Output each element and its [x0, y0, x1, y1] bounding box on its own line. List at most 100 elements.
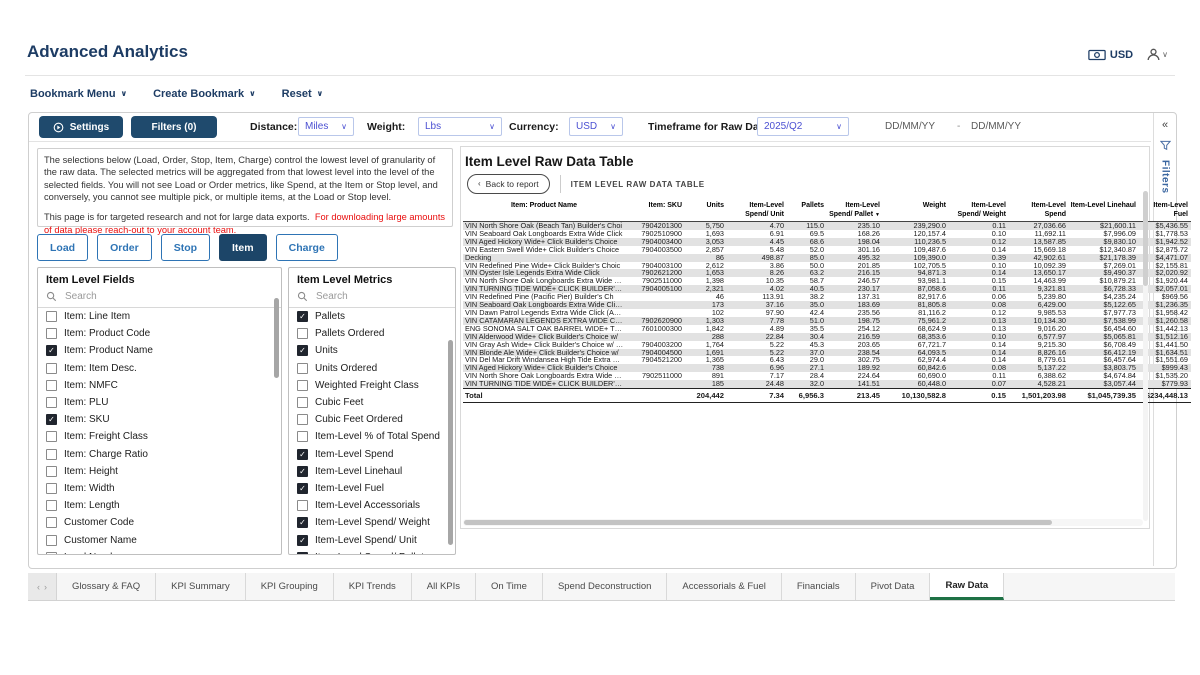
- tab-raw-data[interactable]: Raw Data: [930, 573, 1004, 600]
- checkbox-item-customer-code[interactable]: Customer Code: [38, 514, 281, 531]
- checkbox-item-item-charge-ratio[interactable]: Item: Charge Ratio: [38, 446, 281, 463]
- column-header-item-level-spend-pallet[interactable]: Item-Level Spend/ Pallet▼: [827, 201, 883, 222]
- checkbox-item-item-item-desc[interactable]: Item: Item Desc.: [38, 360, 281, 377]
- scrollbar-thumb[interactable]: [464, 520, 1052, 525]
- table-row[interactable]: VIN Seaboard Oak Longboards Extra Wide C…: [463, 230, 1191, 238]
- checkbox-item-item-level-spend-unit[interactable]: ✓Item-Level Spend/ Unit: [289, 531, 455, 548]
- tab-kpi-trends[interactable]: KPI Trends: [334, 573, 412, 600]
- checkbox-item-item-level-spend-pallet[interactable]: ✓Item-Level Spend/ Pallet: [289, 549, 455, 555]
- filters-button[interactable]: Filters (0): [131, 116, 217, 138]
- checkbox-unchecked-icon[interactable]: [46, 517, 57, 528]
- checkbox-unchecked-icon[interactable]: [46, 535, 57, 546]
- table-row[interactable]: ENG SONOMA SALT OAK BARREL WIDE+ T&G7601…: [463, 325, 1191, 333]
- expand-filters-icon[interactable]: «: [1162, 120, 1168, 131]
- checkbox-unchecked-icon[interactable]: [46, 380, 57, 391]
- tab-spend-deconstruction[interactable]: Spend Deconstruction: [543, 573, 667, 600]
- tab-glossary-faq[interactable]: Glossary & FAQ: [57, 573, 156, 600]
- level-button-item[interactable]: Item: [219, 234, 267, 261]
- tab-financials[interactable]: Financials: [782, 573, 856, 600]
- table-row[interactable]: VIN Blonde Ale Wide+ Click Builder's Cho…: [463, 349, 1191, 357]
- checkbox-item-item-level-spend[interactable]: ✓Item-Level Spend: [289, 446, 455, 463]
- checkbox-checked-icon[interactable]: ✓: [297, 345, 308, 356]
- checkbox-unchecked-icon[interactable]: [297, 431, 308, 442]
- checkbox-item-item-length[interactable]: Item: Length: [38, 497, 281, 514]
- checkbox-checked-icon[interactable]: ✓: [297, 552, 308, 555]
- menu-reset[interactable]: Reset∨: [282, 88, 323, 100]
- scrollbar-thumb[interactable]: [1143, 191, 1148, 286]
- metrics-scrollbar[interactable]: [448, 340, 453, 545]
- timeframe-select[interactable]: 2025/Q2 ∨: [757, 117, 849, 136]
- checkbox-unchecked-icon[interactable]: [297, 328, 308, 339]
- table-row[interactable]: VIN CATAMARAN LEGENDS EXTRA WIDE CLICK79…: [463, 317, 1191, 325]
- date-from-field[interactable]: DD/MM/YY: [885, 121, 935, 132]
- date-to-field[interactable]: DD/MM/YY: [971, 121, 1021, 132]
- checkbox-checked-icon[interactable]: ✓: [297, 483, 308, 494]
- profile-menu[interactable]: ∨: [1147, 48, 1168, 61]
- checkbox-unchecked-icon[interactable]: [297, 397, 308, 408]
- settings-button[interactable]: Settings: [39, 116, 123, 138]
- checkbox-unchecked-icon[interactable]: [46, 431, 57, 442]
- column-header-item-sku[interactable]: Item: SKU: [627, 201, 685, 222]
- checkbox-unchecked-icon[interactable]: [297, 500, 308, 511]
- fields-search[interactable]: [38, 288, 281, 308]
- checkbox-item-item-product-name[interactable]: ✓Item: Product Name: [38, 342, 281, 359]
- checkbox-item-item-level-fuel[interactable]: ✓Item-Level Fuel: [289, 480, 455, 497]
- table-row[interactable]: VIN TURNING TIDE WIDE+ CLICK BUILDER'S C…: [463, 380, 1191, 388]
- tab-on-time[interactable]: On Time: [476, 573, 543, 600]
- level-button-charge[interactable]: Charge: [276, 234, 338, 261]
- checkbox-item-pallets[interactable]: ✓Pallets: [289, 308, 455, 325]
- column-header-item-level-spend-weight[interactable]: Item-Level Spend/ Weight: [949, 201, 1009, 222]
- checkbox-item-cubic-feet-ordered[interactable]: Cubic Feet Ordered: [289, 411, 455, 428]
- checkbox-item-item-level-accessorials[interactable]: Item-Level Accessorials: [289, 497, 455, 514]
- weight-select[interactable]: Lbs ∨: [418, 117, 502, 136]
- table-horizontal-scrollbar[interactable]: [463, 519, 1143, 526]
- fields-scrollbar[interactable]: [274, 298, 279, 378]
- tab-kpi-grouping[interactable]: KPI Grouping: [246, 573, 334, 600]
- menu-bookmark-menu[interactable]: Bookmark Menu∨: [30, 88, 127, 100]
- checkbox-item-load-number[interactable]: Load Number: [38, 549, 281, 555]
- checkbox-item-customer-name[interactable]: Customer Name: [38, 531, 281, 548]
- table-row[interactable]: VIN Oyster Isle Legends Extra Wide Click…: [463, 269, 1191, 277]
- checkbox-unchecked-icon[interactable]: [46, 552, 57, 555]
- checkbox-checked-icon[interactable]: ✓: [46, 345, 57, 356]
- checkbox-item-item-line-item[interactable]: Item: Line Item: [38, 308, 281, 325]
- checkbox-item-pallets-ordered[interactable]: Pallets Ordered: [289, 325, 455, 342]
- tab-accessorials-fuel[interactable]: Accessorials & Fuel: [667, 573, 781, 600]
- table-row[interactable]: VIN Gray Ash Wide+ Click Builder's Choic…: [463, 341, 1191, 349]
- checkbox-unchecked-icon[interactable]: [46, 363, 57, 374]
- table-row[interactable]: VIN Aged Hickory Wide+ Click Builder's C…: [463, 364, 1191, 372]
- distance-select[interactable]: Miles ∨: [298, 117, 354, 136]
- column-header-item-level-spend[interactable]: Item-Level Spend: [1009, 201, 1069, 222]
- checkbox-checked-icon[interactable]: ✓: [297, 311, 308, 322]
- checkbox-unchecked-icon[interactable]: [46, 311, 57, 322]
- checkbox-item-item-width[interactable]: Item: Width: [38, 480, 281, 497]
- checkbox-checked-icon[interactable]: ✓: [297, 449, 308, 460]
- currency-badge[interactable]: USD: [1088, 49, 1133, 61]
- checkbox-unchecked-icon[interactable]: [46, 483, 57, 494]
- checkbox-item-item-level-of-total-spend[interactable]: Item-Level % of Total Spend: [289, 428, 455, 445]
- checkbox-item-item-level-spend-weight[interactable]: ✓Item-Level Spend/ Weight: [289, 514, 455, 531]
- table-row[interactable]: VIN North Shore Oak Longboards Extra Wid…: [463, 277, 1191, 285]
- checkbox-item-weighted-freight-class[interactable]: Weighted Freight Class: [289, 377, 455, 394]
- table-row[interactable]: VIN Seaboard Oak Longboards Extra Wide C…: [463, 301, 1191, 309]
- table-row[interactable]: VIN Dawn Patrol Legends Extra Wide Click…: [463, 309, 1191, 317]
- checkbox-item-units-ordered[interactable]: Units Ordered: [289, 360, 455, 377]
- menu-create-bookmark[interactable]: Create Bookmark∨: [153, 88, 256, 100]
- level-button-stop[interactable]: Stop: [161, 234, 210, 261]
- tab-all-kpis[interactable]: All KPIs: [412, 573, 476, 600]
- table-vertical-scrollbar[interactable]: [1143, 191, 1148, 521]
- table-row[interactable]: VIN North Shore Oak Longboards Extra Wid…: [463, 372, 1191, 380]
- table-row[interactable]: VIN North Shore Oak (Beach Tan) Builder'…: [463, 222, 1191, 230]
- checkbox-item-item-freight-class[interactable]: Item: Freight Class: [38, 428, 281, 445]
- table-row[interactable]: VIN Redefined Pine (Pacific Pier) Builde…: [463, 293, 1191, 301]
- checkbox-checked-icon[interactable]: ✓: [297, 517, 308, 528]
- fields-search-input[interactable]: [63, 290, 217, 303]
- tab-kpi-summary[interactable]: KPI Summary: [156, 573, 246, 600]
- checkbox-item-item-sku[interactable]: ✓Item: SKU: [38, 411, 281, 428]
- metrics-search-input[interactable]: [314, 290, 450, 303]
- tab-pivot-data[interactable]: Pivot Data: [856, 573, 931, 600]
- column-header-item-product-name[interactable]: Item: Product Name: [463, 201, 627, 222]
- checkbox-item-item-product-code[interactable]: Item: Product Code: [38, 325, 281, 342]
- chevron-right-icon[interactable]: ›: [44, 582, 47, 592]
- table-row[interactable]: VIN Alderwood Wide+ Click Builder's Choi…: [463, 333, 1191, 341]
